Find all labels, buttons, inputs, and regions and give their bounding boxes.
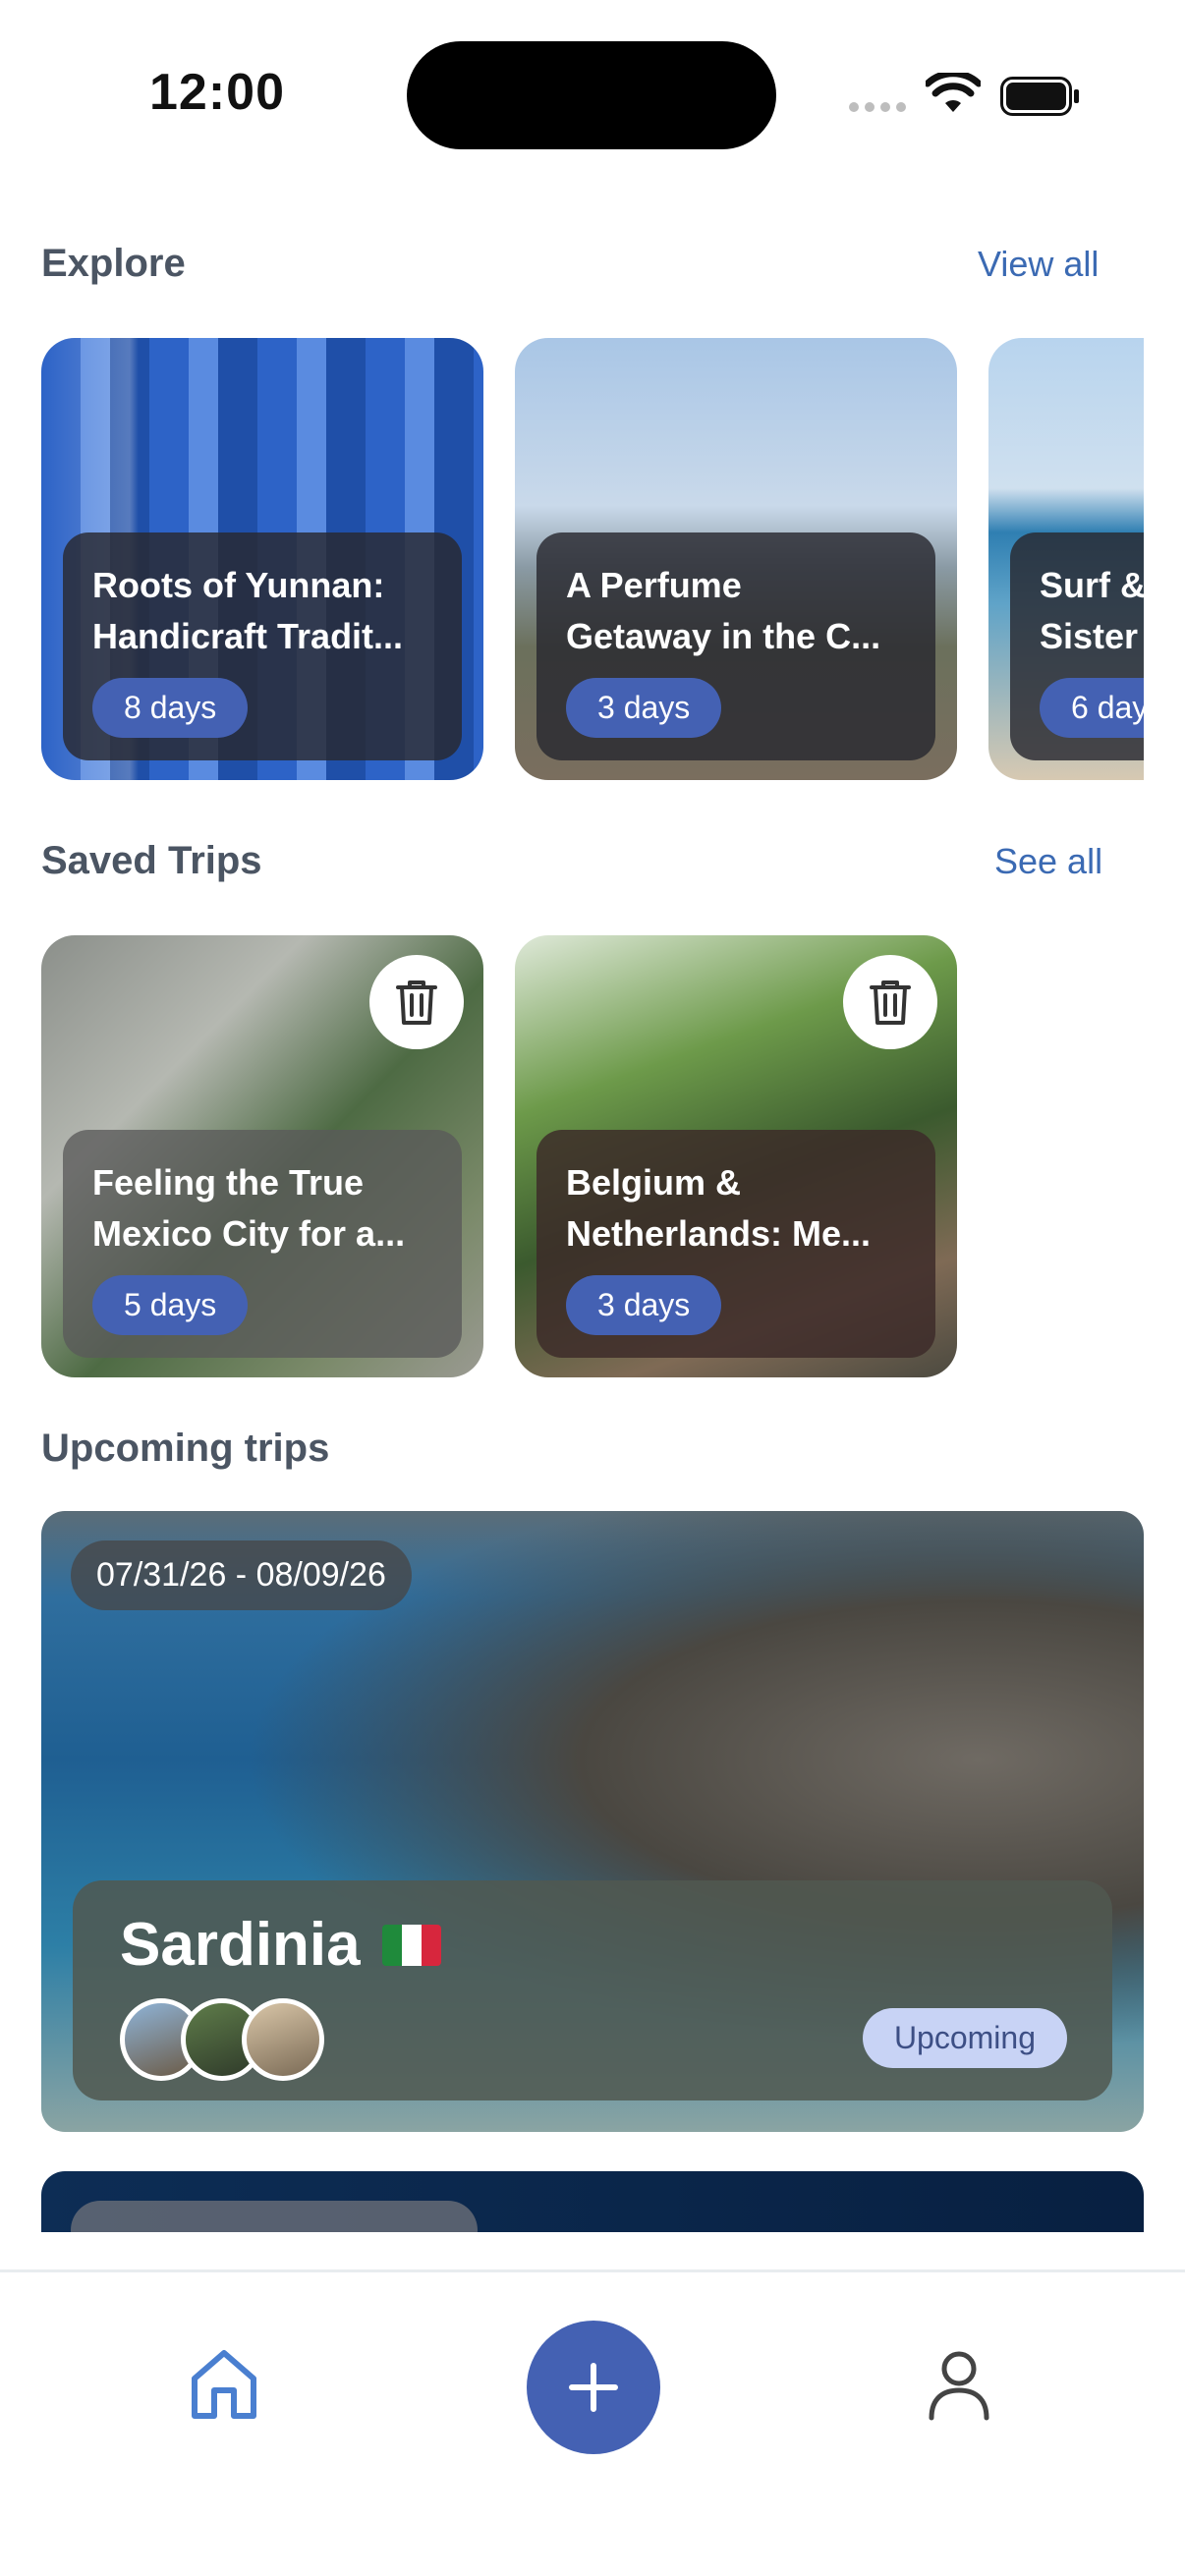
- status-time: 12:00: [149, 64, 285, 121]
- saved-card[interactable]: Feeling the True Mexico City for a... 5 …: [41, 935, 483, 1377]
- status-badge: Upcoming: [862, 2008, 1067, 2068]
- bottom-nav: [0, 2269, 1185, 2576]
- next-trip-card-peek[interactable]: [41, 2171, 1144, 2232]
- duration-badge: 3 days: [566, 678, 722, 738]
- signal-icon: [849, 102, 906, 112]
- trip-name: Sardinia: [120, 1911, 361, 1979]
- trip-title: Sardinia: [120, 1910, 441, 1980]
- duration-badge: 3 days: [566, 1275, 722, 1335]
- saved-see-all-link[interactable]: See all: [994, 841, 1102, 882]
- upcoming-trip-card[interactable]: 07/31/26 - 08/09/26 Sardinia Upcoming: [41, 1511, 1144, 2132]
- duration-badge: 5 days: [92, 1275, 249, 1335]
- card-info: Feeling the True Mexico City for a... 5 …: [63, 1130, 462, 1358]
- explore-card[interactable]: Surf & Sister 6 days: [988, 338, 1144, 780]
- card-title: Belgium & Netherlands: Me...: [566, 1162, 872, 1254]
- status-bar: 12:00: [0, 0, 1185, 187]
- battery-icon: [1000, 77, 1079, 116]
- avatar: [242, 1998, 324, 2081]
- add-trip-button[interactable]: [527, 2321, 660, 2454]
- trip-info: Sardinia Upcoming: [73, 1880, 1112, 2100]
- card-info: A Perfume Getaway in the C... 3 days: [536, 532, 935, 760]
- delete-button[interactable]: [843, 955, 937, 1049]
- duration-badge: 6 days: [1040, 678, 1144, 738]
- explore-view-all-link[interactable]: View all: [978, 244, 1099, 285]
- saved-card[interactable]: Belgium & Netherlands: Me... 3 days: [515, 935, 957, 1377]
- card-title: Feeling the True Mexico City for a...: [92, 1162, 406, 1254]
- italy-flag-icon: [381, 1924, 441, 1966]
- profile-icon[interactable]: [924, 2347, 994, 2422]
- wifi-icon: [926, 73, 981, 112]
- plus-icon: [569, 2363, 618, 2412]
- duration-badge: 8 days: [92, 678, 249, 738]
- trip-dates-peek: [71, 2201, 478, 2232]
- explore-title: Explore: [41, 242, 186, 285]
- explore-carousel[interactable]: Roots of Yunnan: Handicraft Tradit... 8 …: [41, 338, 1144, 780]
- explore-card[interactable]: Roots of Yunnan: Handicraft Tradit... 8 …: [41, 338, 483, 780]
- trash-icon: [396, 980, 437, 1025]
- saved-trips-title: Saved Trips: [41, 839, 262, 882]
- traveler-avatars: [120, 1998, 324, 2081]
- saved-carousel[interactable]: Feeling the True Mexico City for a... 5 …: [41, 935, 1144, 1377]
- card-title: Roots of Yunnan: Handicraft Tradit...: [92, 565, 404, 656]
- card-title: A Perfume Getaway in the C...: [566, 565, 881, 656]
- card-info: Belgium & Netherlands: Me... 3 days: [536, 1130, 935, 1358]
- trash-icon: [870, 980, 911, 1025]
- trip-dates: 07/31/26 - 08/09/26: [71, 1540, 412, 1610]
- card-info: Roots of Yunnan: Handicraft Tradit... 8 …: [63, 532, 462, 760]
- card-info: Surf & Sister 6 days: [1010, 532, 1144, 760]
- upcoming-trips-title: Upcoming trips: [41, 1427, 330, 1470]
- explore-card[interactable]: A Perfume Getaway in the C... 3 days: [515, 338, 957, 780]
- dynamic-island: [407, 41, 776, 149]
- home-icon[interactable]: [189, 2347, 259, 2422]
- card-title: Surf & Sister: [1040, 565, 1144, 656]
- delete-button[interactable]: [369, 955, 464, 1049]
